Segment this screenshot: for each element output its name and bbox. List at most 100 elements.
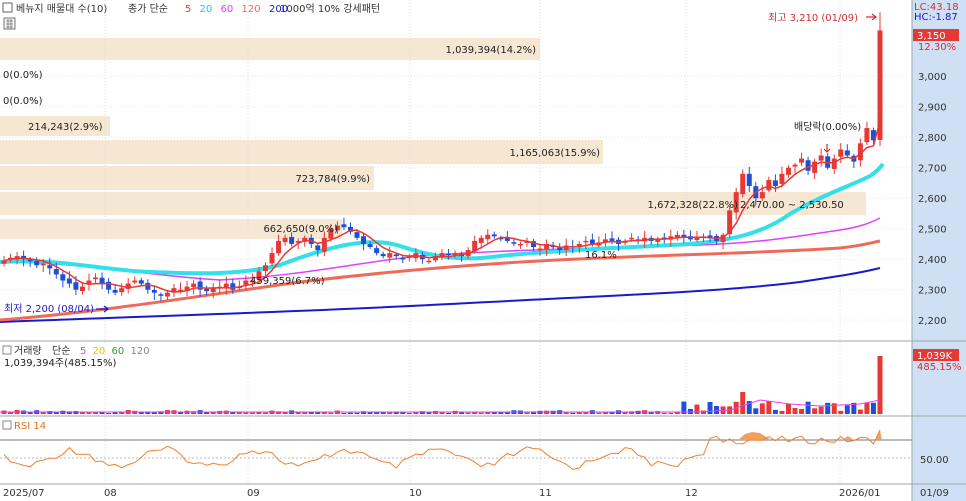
- volume-right-pct: 485.15%: [917, 362, 962, 373]
- rsi-title: RSI 14: [14, 421, 46, 432]
- volume-title: 거래량: [14, 345, 42, 357]
- price-tick-2600: 2,600: [918, 194, 947, 205]
- range-box-label: 2,470.00 ~ 2,530.50: [740, 200, 844, 211]
- price-tick-2400: 2,400: [918, 255, 947, 266]
- volume-ma-period-120: 120: [131, 346, 150, 357]
- volume-bar: [818, 406, 824, 414]
- candle-body: [609, 238, 615, 241]
- candle-body: [132, 280, 138, 283]
- candle-body: [341, 224, 347, 228]
- vp-label-8: 662,650(9.0%): [263, 224, 338, 235]
- volume-bar: [759, 403, 765, 414]
- vp-label-7: 1,672,328(22.8%): [648, 200, 739, 211]
- candle-body: [746, 173, 752, 187]
- rsi-level-label: 50.00: [920, 455, 949, 466]
- volume-bar: [112, 412, 118, 414]
- high-annotation: 최고 3,210 (01/09): [768, 12, 858, 24]
- candle-body: [66, 278, 72, 284]
- volume-bar: [857, 409, 863, 414]
- volume-bar: [602, 412, 608, 414]
- candle-body: [282, 237, 288, 243]
- volume-bar: [844, 405, 850, 414]
- time-label-6: 2026/01: [839, 488, 881, 499]
- candle-body: [589, 239, 595, 244]
- candle-body: [759, 192, 765, 199]
- volume-bar: [354, 412, 360, 414]
- candle-body: [1, 260, 7, 264]
- candle-body: [844, 150, 850, 156]
- candle-body: [40, 263, 46, 266]
- candle-body: [93, 277, 99, 280]
- volume-bar: [478, 412, 484, 414]
- low-annotation: 최저 2,200 (08/04): [4, 303, 94, 315]
- volume-bar: [465, 412, 471, 414]
- volume-bar: [106, 412, 112, 414]
- volume-right-value: 1,039K: [917, 351, 953, 362]
- time-label-4: 11: [539, 488, 552, 499]
- candle-body: [583, 240, 589, 243]
- current-price-label: 3,150: [917, 31, 946, 42]
- candle-body: [145, 282, 151, 290]
- candle-body: [79, 286, 85, 292]
- candle-body: [740, 173, 746, 195]
- candle-body: [537, 248, 543, 251]
- hc-label: HC:-1.87: [914, 12, 958, 23]
- candle-body: [276, 240, 282, 254]
- volume-bar: [766, 401, 772, 414]
- volume-bar: [707, 402, 713, 414]
- candle-body: [262, 265, 268, 271]
- volume-bar: [262, 412, 268, 414]
- volume-bar: [406, 412, 412, 414]
- candle-body: [766, 179, 772, 191]
- price-tick-2900: 2,900: [918, 103, 947, 114]
- volume-bar: [563, 412, 569, 414]
- volume-ma-period-60: 60: [112, 346, 125, 357]
- candle-body: [485, 234, 491, 240]
- volume-bar: [661, 412, 667, 414]
- candle-body: [361, 236, 367, 244]
- volume-bar: [753, 408, 759, 414]
- candle-body: [34, 260, 40, 266]
- candle-body: [367, 244, 373, 247]
- time-label-2: 09: [247, 488, 260, 499]
- candle-body: [446, 253, 452, 256]
- volume-bar: [8, 412, 14, 414]
- price-tick-2800: 2,800: [918, 133, 947, 144]
- candle-body: [354, 232, 360, 238]
- volume-bar: [413, 412, 419, 414]
- candle-body: [60, 274, 66, 281]
- candle-body: [230, 283, 236, 290]
- volume-bar: [86, 412, 92, 414]
- candle-body: [517, 243, 523, 246]
- candle-body: [864, 128, 870, 143]
- candle-body: [831, 158, 837, 169]
- price-tick-2500: 2,500: [918, 225, 947, 236]
- candle-body: [694, 237, 700, 241]
- price-tick-2700: 2,700: [918, 164, 947, 175]
- candle-body: [27, 259, 33, 262]
- range-pct-label: 16.1%: [585, 250, 617, 261]
- volume-bar: [249, 412, 255, 414]
- price-axis: 3,000 2,900 2,800 2,700 2,600 2,500 2,400 2,300…: [918, 72, 947, 327]
- candle-body: [158, 294, 164, 296]
- volume-bar: [341, 412, 347, 414]
- volume-ma-period-5: 5: [80, 346, 86, 357]
- volume-bar: [243, 412, 249, 414]
- volume-bar: [668, 412, 674, 414]
- volume-bar: [792, 407, 798, 414]
- candle-body: [792, 164, 798, 167]
- ma-period-60: 60: [221, 4, 234, 15]
- candle-body: [191, 283, 197, 287]
- volume-bar: [73, 411, 79, 414]
- vp-label-3: 0(0.0%): [3, 96, 43, 107]
- volume-bar: [321, 412, 327, 414]
- candle-body: [818, 155, 824, 161]
- volume-bar: [347, 412, 353, 414]
- candle-body: [99, 277, 105, 284]
- vp-label-4: 214,243(2.9%): [28, 122, 103, 133]
- candle-body: [491, 234, 497, 237]
- volume-bar: [714, 406, 720, 414]
- volume-bar: [439, 412, 445, 414]
- candle-body: [380, 253, 386, 257]
- indicator-menu-label[interactable]: 베뉴지 매물대 수(10): [16, 3, 107, 15]
